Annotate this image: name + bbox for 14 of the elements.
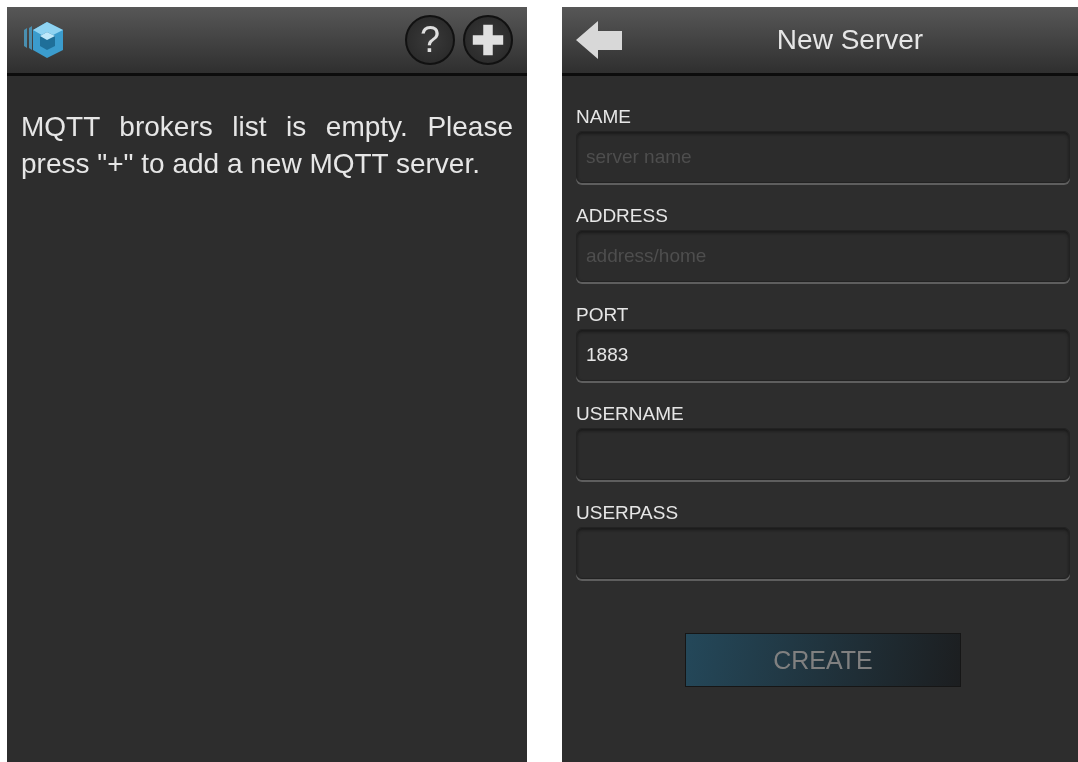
field-label: USERPASS: [576, 502, 680, 524]
field-label: NAME: [576, 106, 632, 128]
field-label: ADDRESS: [576, 205, 669, 227]
input-field[interactable]: 1883: [576, 329, 1070, 381]
input-field[interactable]: [576, 527, 1070, 579]
help-button[interactable]: ?: [405, 15, 455, 65]
add-button[interactable]: [463, 15, 513, 65]
field-label: PORT: [576, 304, 630, 326]
screen-title: New Server: [775, 24, 925, 56]
input-field[interactable]: [576, 428, 1070, 480]
field-label: USERNAME: [576, 403, 685, 425]
empty-list-message: MQTT brokers list is empty. Please press "+" to add a new MQTT server.: [21, 110, 513, 181]
back-arrow-icon[interactable]: [576, 21, 622, 59]
cube-icon: [21, 20, 65, 60]
